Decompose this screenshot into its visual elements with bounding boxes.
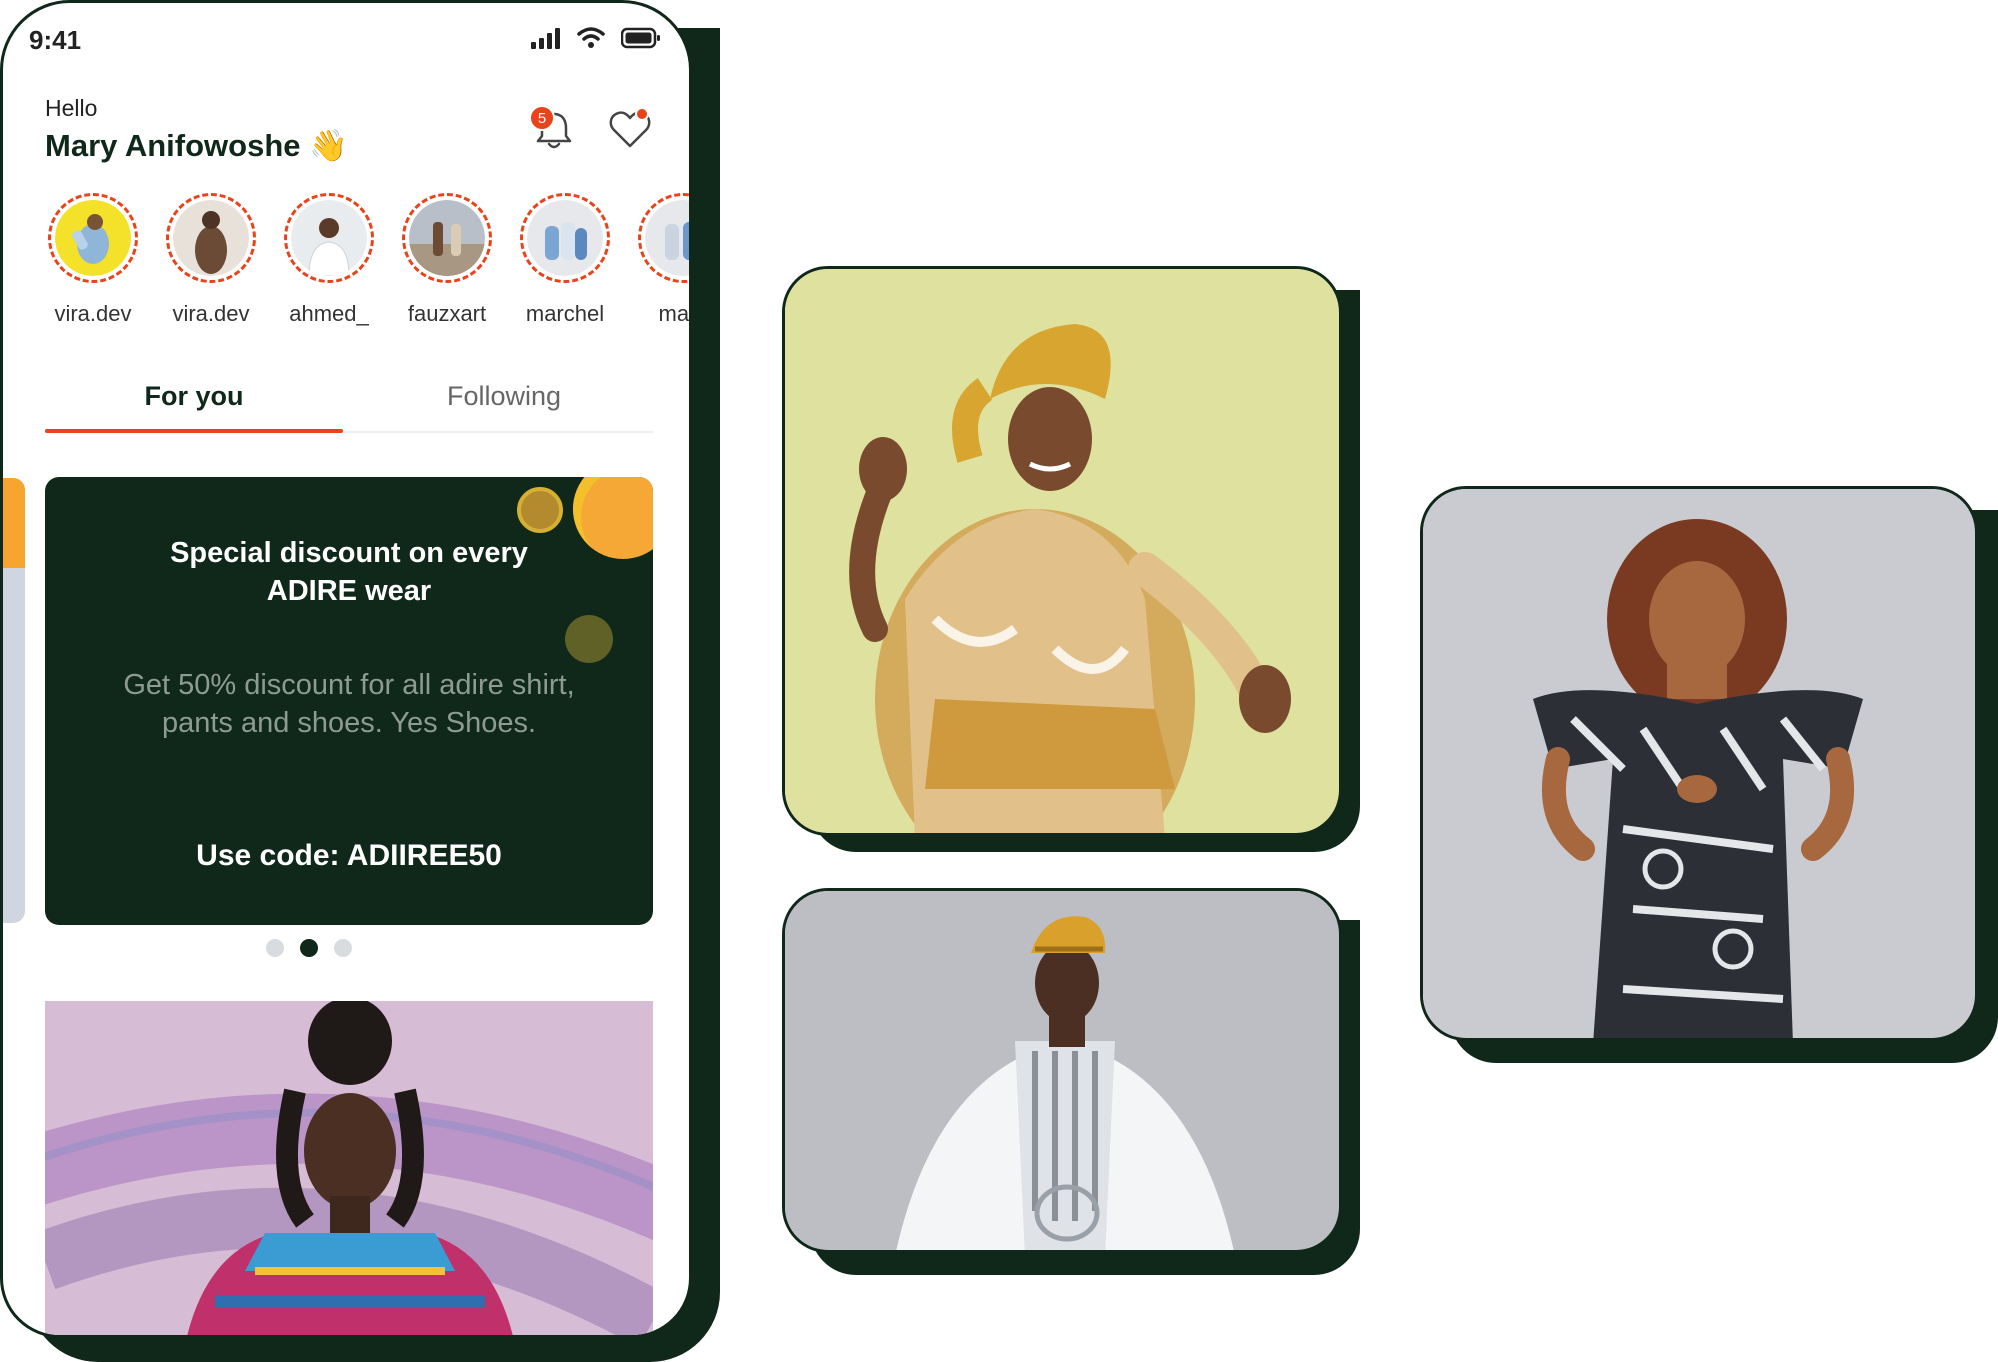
story-username: marc bbox=[658, 301, 690, 326]
story-avatar bbox=[409, 200, 485, 276]
notification-count-badge: 5 bbox=[529, 105, 555, 131]
story-item[interactable]: vira.dev bbox=[43, 193, 143, 327]
coin-decoration bbox=[565, 615, 613, 663]
story-ring bbox=[284, 193, 374, 283]
active-tab-indicator bbox=[45, 429, 343, 433]
promo-description: Get 50% discount for all adire shirt, pa… bbox=[123, 669, 575, 739]
promo-code: Use code: ADIIREE50 bbox=[196, 839, 502, 872]
story-item[interactable]: vira.dev bbox=[161, 193, 261, 327]
gallery-photo-agbada-man[interactable] bbox=[782, 888, 1342, 1253]
woman-in-adire-dress-photo bbox=[1423, 489, 1975, 1038]
wishlist-dot-badge bbox=[635, 107, 649, 121]
story-item[interactable]: ahmed_ bbox=[279, 193, 379, 327]
story-avatar bbox=[55, 200, 131, 276]
wifi-icon bbox=[577, 27, 605, 48]
status-bar: 9:41 bbox=[3, 3, 689, 73]
tab-for-you[interactable]: For you bbox=[45, 381, 343, 412]
story-ring bbox=[638, 193, 689, 283]
story-avatar bbox=[527, 200, 603, 276]
previous-promo-card[interactable] bbox=[3, 478, 25, 923]
story-ring bbox=[402, 193, 492, 283]
story-username: fauzxart bbox=[407, 301, 487, 326]
gallery-photo-gele-woman[interactable] bbox=[782, 266, 1342, 836]
notifications-button[interactable]: 5 bbox=[529, 105, 579, 155]
wishlist-button[interactable] bbox=[605, 105, 655, 155]
feed-post-image[interactable] bbox=[45, 1001, 653, 1335]
story-username: marchel bbox=[525, 301, 605, 326]
story-avatar bbox=[173, 200, 249, 276]
story-avatar bbox=[291, 200, 367, 276]
man-in-agbada-photo bbox=[785, 891, 1339, 1250]
status-time: 9:41 bbox=[29, 25, 82, 55]
stories-row: vira.dev vira.dev ahmed_ fauzxart marche… bbox=[43, 193, 690, 333]
promo-card[interactable]: Special discount on every ADIRE wear Get… bbox=[45, 477, 653, 925]
signal-icon bbox=[531, 28, 560, 49]
story-item[interactable]: marchel bbox=[515, 193, 615, 327]
tab-following[interactable]: Following bbox=[355, 381, 653, 412]
story-item[interactable]: fauzxart bbox=[397, 193, 497, 327]
carousel-pager bbox=[3, 939, 655, 957]
story-username: vira.dev bbox=[172, 301, 250, 326]
story-item[interactable]: marc bbox=[633, 193, 690, 327]
pager-dot[interactable] bbox=[266, 939, 284, 957]
story-ring bbox=[520, 193, 610, 283]
fashion-photo bbox=[45, 1001, 653, 1335]
coin-decoration bbox=[517, 487, 563, 533]
story-username: ahmed_ bbox=[289, 301, 369, 326]
phone-screen: 9:41 Hello Mary Anifowoshe 👋 5 vira.dev … bbox=[0, 0, 692, 1338]
battery-icon bbox=[621, 27, 660, 49]
feed-tabs: For you Following bbox=[45, 373, 653, 433]
pager-dot-active[interactable] bbox=[300, 939, 318, 957]
promo-title: Special discount on every ADIRE wear bbox=[170, 537, 528, 607]
story-username: vira.dev bbox=[54, 301, 132, 326]
status-icons bbox=[531, 27, 661, 49]
story-ring bbox=[166, 193, 256, 283]
pager-dot[interactable] bbox=[334, 939, 352, 957]
story-ring bbox=[48, 193, 138, 283]
user-name: Mary Anifowoshe 👋 bbox=[45, 128, 348, 163]
woman-in-gele-photo bbox=[785, 269, 1339, 833]
story-avatar bbox=[645, 200, 689, 276]
greeting-hello: Hello bbox=[45, 95, 98, 121]
gallery-photo-adire-dress[interactable] bbox=[1420, 486, 1978, 1041]
